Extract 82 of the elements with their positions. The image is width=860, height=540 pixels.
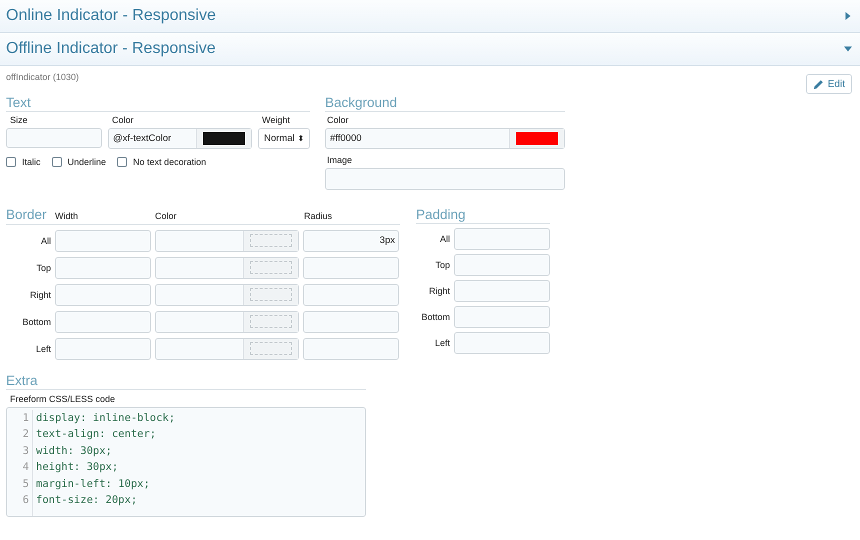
color-swatch[interactable] <box>203 132 245 145</box>
code-line: display: inline-block; <box>36 411 176 426</box>
checkbox-label: No text decoration <box>133 157 206 167</box>
input-field[interactable] <box>55 310 151 332</box>
line-number: 3 <box>22 444 29 459</box>
row-label: Bottom <box>420 312 450 322</box>
input-field[interactable] <box>454 280 550 302</box>
empty-swatch[interactable] <box>250 342 292 355</box>
input-field[interactable] <box>55 338 151 360</box>
input-field[interactable] <box>325 168 565 190</box>
color-swatch[interactable] <box>516 132 558 145</box>
column-label: Radius <box>304 211 332 223</box>
checkbox[interactable] <box>52 157 62 167</box>
row-label: Right <box>28 290 51 300</box>
input-field[interactable] <box>454 254 550 276</box>
weight-select[interactable]: Normal ⬍ <box>258 128 310 149</box>
input-field[interactable] <box>55 256 151 278</box>
code-line: width: 30px; <box>36 444 113 459</box>
line-number: 6 <box>22 493 29 508</box>
checkbox-label: Underline <box>68 157 106 167</box>
color-input-field[interactable] <box>155 284 299 306</box>
field-label: Color <box>111 115 135 125</box>
checkbox[interactable] <box>117 157 128 167</box>
section-heading: Padding <box>416 207 550 224</box>
empty-swatch[interactable] <box>250 234 292 247</box>
field-label: Size <box>9 115 29 125</box>
row-label: Bottom <box>21 316 51 326</box>
panel-title: Offline Indicator - Responsive <box>6 40 216 58</box>
edit-button[interactable]: Edit <box>806 74 852 94</box>
section-heading: Extra <box>6 373 366 390</box>
code-line: font-size: 20px; <box>36 493 138 508</box>
panel-header[interactable]: Online Indicator - Responsive <box>0 0 860 33</box>
color-input-field[interactable] <box>155 256 299 278</box>
input-field[interactable] <box>454 306 550 328</box>
row-label: Top <box>434 260 450 270</box>
checkbox-label: Italic <box>22 157 41 167</box>
input-field[interactable] <box>303 284 399 306</box>
code-editor[interactable]: 1 2 3 4 5 6 display: inline-block; text-align: center; width: 30px; height: 30px; margin-left: 10px; font-size: 20px; <box>6 407 366 517</box>
empty-swatch[interactable] <box>250 261 292 274</box>
color-input-field[interactable]: @xf-textColor <box>108 128 252 149</box>
field-label: Freeform CSS/LESS code <box>9 393 116 406</box>
line-number: 2 <box>22 427 29 442</box>
input-field[interactable] <box>303 338 399 360</box>
code-line: margin-left: 10px; <box>36 476 151 492</box>
column-label: Width <box>55 211 80 223</box>
color-input-field[interactable] <box>155 230 299 252</box>
line-number: 5 <box>22 476 29 492</box>
pencil-icon <box>812 78 824 90</box>
color-input-field[interactable] <box>155 310 299 332</box>
style-property-id: offIndicator (1030) <box>6 72 79 82</box>
field-label: Image <box>326 154 354 167</box>
input-field[interactable] <box>55 284 151 306</box>
color-input-field[interactable] <box>155 338 299 360</box>
row-label: Top <box>35 262 51 272</box>
code-line: text-align: center; <box>36 427 158 442</box>
line-number: 4 <box>22 460 29 476</box>
row-label: Left <box>434 338 450 348</box>
input-field[interactable]: 3px <box>303 230 399 252</box>
panel-header[interactable]: Offline Indicator - Responsive <box>0 33 860 66</box>
empty-swatch[interactable] <box>250 288 292 301</box>
input-field[interactable] <box>303 310 399 332</box>
section-heading: Background <box>325 95 565 112</box>
section-heading: Border <box>6 207 48 223</box>
row-label: All <box>40 236 51 246</box>
input-field[interactable] <box>6 128 102 148</box>
color-input-field[interactable]: #ff0000 <box>325 128 565 149</box>
input-field[interactable] <box>454 228 550 250</box>
checkbox[interactable] <box>6 157 16 167</box>
code-line: height: 30px; <box>36 460 120 476</box>
line-number: 1 <box>22 411 29 426</box>
panel-title: Online Indicator - Responsive <box>6 7 216 25</box>
field-label: Color <box>326 114 350 127</box>
column-label: Color <box>155 211 178 223</box>
row-label: Left <box>34 344 51 354</box>
row-label: Right <box>428 286 450 296</box>
input-field[interactable] <box>55 230 151 252</box>
empty-swatch[interactable] <box>250 315 292 328</box>
input-field[interactable] <box>454 332 550 354</box>
row-label: All <box>438 234 450 244</box>
section-heading: Text <box>6 95 310 112</box>
field-label: Weight <box>261 115 291 125</box>
input-field[interactable] <box>303 256 399 278</box>
